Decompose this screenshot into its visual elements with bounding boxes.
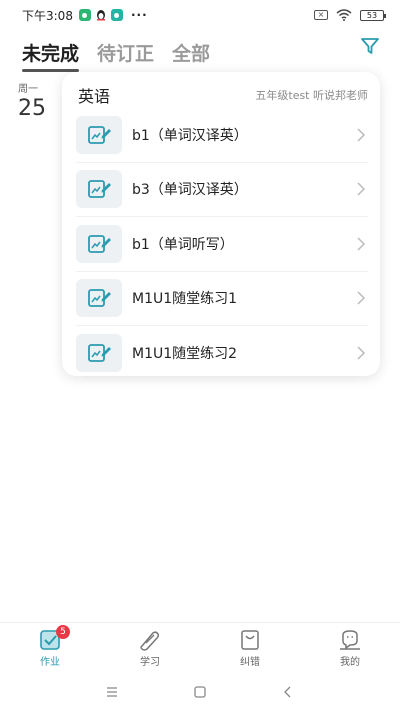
tab-unfinished[interactable]: 未完成 — [22, 39, 80, 72]
nav-homework[interactable]: 5 作业 — [0, 623, 100, 672]
profile-icon — [340, 629, 360, 650]
filter-icon[interactable] — [360, 36, 380, 56]
nav-study[interactable]: 学习 — [100, 623, 200, 672]
homework-item[interactable]: M1U1随堂练习2 — [76, 326, 368, 381]
homework-item[interactable]: b1（单词汉译英） — [76, 108, 368, 163]
nav-profile[interactable]: 我的 — [300, 623, 400, 672]
chevron-right-icon — [357, 346, 366, 360]
nav-label: 纠错 — [240, 656, 260, 668]
card-header: 英语 五年级test 听说邦老师 — [78, 84, 368, 106]
app-notification-icon — [78, 9, 91, 21]
homework-item[interactable]: b3（单词汉译英） — [76, 163, 368, 217]
bottom-nav: 5 作业 学习 纠错 我的 — [0, 622, 400, 672]
homework-edit-icon — [76, 279, 122, 318]
date-column: 周一 25 — [18, 80, 58, 121]
nav-correction[interactable]: 纠错 — [200, 623, 300, 672]
chevron-right-icon — [357, 291, 366, 305]
app-notification-icon-2 — [110, 9, 123, 21]
class-teacher-info: 五年级test 听说邦老师 — [255, 89, 368, 102]
homework-title: M1U1随堂练习2 — [132, 346, 238, 363]
homework-edit-icon — [76, 224, 122, 263]
wifi-icon — [336, 9, 352, 21]
more-notifications-icon: ··· — [130, 8, 148, 22]
nav-label: 我的 — [340, 656, 360, 668]
status-tabs: 未完成 待订正 全部 — [22, 34, 210, 72]
system-nav-bar — [0, 672, 400, 711]
chevron-right-icon — [357, 237, 366, 251]
chevron-right-icon — [357, 182, 366, 196]
homework-edit-icon — [76, 334, 122, 373]
subject-title: 英语 — [78, 87, 111, 106]
sim-off-icon: × — [314, 10, 328, 20]
nav-label: 作业 — [40, 656, 60, 668]
homework-card: 英语 五年级test 听说邦老师 b1（单词汉译英） b3（单词汉译英） b1（… — [62, 72, 380, 376]
menu-icon[interactable] — [105, 685, 119, 699]
chevron-right-icon — [357, 128, 366, 142]
homework-title: b1（单词汉译英） — [132, 127, 248, 144]
homework-item[interactable]: b1（单词听写） — [76, 217, 368, 272]
homework-badge: 5 — [56, 625, 70, 639]
weekday-label: 周一 — [18, 84, 38, 95]
homework-edit-icon — [76, 115, 122, 154]
correction-icon — [241, 629, 259, 650]
home-icon[interactable] — [193, 685, 207, 699]
homework-title: b1（单词听写） — [132, 236, 234, 253]
homework-edit-icon — [76, 170, 122, 209]
status-bar: 下午3:08 ··· × 53 — [0, 0, 400, 30]
day-number: 25 — [18, 96, 46, 121]
homework-list: b1（单词汉译英） b3（单词汉译英） b1（单词听写） M1U1随堂练习1 M… — [76, 108, 368, 381]
status-time: 下午3:08 — [22, 8, 73, 23]
homework-title: b3（单词汉译英） — [132, 182, 248, 199]
nav-label: 学习 — [140, 656, 160, 668]
tab-all[interactable]: 全部 — [172, 39, 210, 66]
homework-title: M1U1随堂练习1 — [132, 291, 238, 308]
tab-to-correct[interactable]: 待订正 — [97, 39, 154, 66]
back-icon[interactable] — [281, 685, 295, 699]
study-icon — [140, 630, 160, 651]
homework-item[interactable]: M1U1随堂练习1 — [76, 272, 368, 326]
battery-icon: 53 — [360, 9, 386, 21]
qq-penguin-icon — [95, 9, 107, 21]
